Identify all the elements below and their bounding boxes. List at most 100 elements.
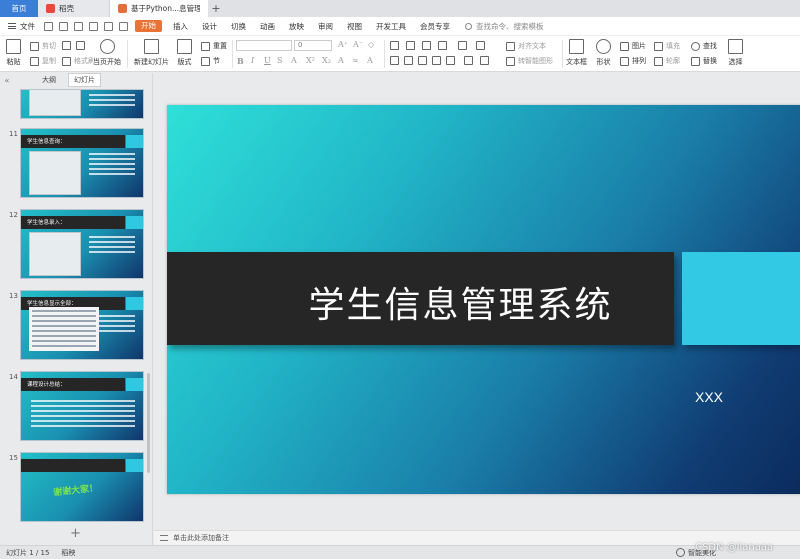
new-tab-button[interactable]: + [208, 0, 224, 17]
sort-icon[interactable] [476, 41, 485, 50]
shadow-icon[interactable]: S [277, 56, 282, 65]
text-direction-icon[interactable] [480, 56, 489, 65]
theme-name[interactable]: 稻秧 [61, 548, 75, 558]
preview-icon[interactable] [89, 21, 98, 31]
textbox-button[interactable]: 文本框 [566, 39, 587, 67]
picture-label: 图片 [632, 42, 646, 50]
line-spacing-icon[interactable] [458, 41, 467, 50]
bold-icon[interactable]: B [237, 56, 244, 66]
char-spacing-icon[interactable]: A [338, 56, 344, 65]
slide-thumbnail-14[interactable]: 课程设计总结： [20, 371, 144, 441]
subscript-icon[interactable]: X₂ [322, 56, 331, 65]
undo-icon[interactable] [104, 21, 113, 31]
cut-button[interactable]: 剪切 [30, 41, 56, 51]
slide-subtitle[interactable]: XXX [695, 389, 723, 405]
menu-design[interactable]: 设计 [195, 21, 224, 32]
menu-insert[interactable]: 插入 [166, 21, 195, 32]
copy-button[interactable]: 复制 [30, 56, 56, 66]
align-text-button[interactable]: 对齐文本 [506, 41, 546, 51]
menu-animation[interactable]: 动画 [253, 21, 282, 32]
text-highlight-icon[interactable]: ≈ [352, 56, 359, 65]
menu-transitions[interactable]: 切换 [224, 21, 253, 32]
format-copy-icon[interactable] [76, 41, 85, 50]
accent-square [682, 252, 800, 345]
decrease-indent-icon[interactable] [422, 41, 431, 50]
thumb-title: 学生信息显示全部： [27, 301, 77, 307]
tab-document[interactable]: 基于Python...息管理系统 管 [110, 0, 208, 17]
thumb-text [89, 153, 135, 178]
tab-docer[interactable]: 稻壳 [38, 0, 110, 17]
collapse-panel-icon[interactable]: « [0, 76, 14, 85]
slide-title[interactable]: 学生信息管理系统 [167, 276, 674, 328]
italic-icon[interactable]: I [251, 56, 254, 65]
notes-placeholder: 单击此处添加备注 [173, 534, 229, 542]
section-icon [201, 56, 210, 66]
tab-home[interactable]: 首页 [0, 0, 38, 17]
shape-button[interactable]: 形状 [596, 39, 611, 67]
menu-view[interactable]: 视图 [340, 21, 369, 32]
clear-format-icon[interactable]: ◇ [368, 40, 374, 49]
open-icon[interactable] [44, 21, 53, 31]
menu-slideshow[interactable]: 放映 [282, 21, 311, 32]
menu-member[interactable]: 会员专享 [413, 21, 457, 32]
slide-thumbnail-15[interactable]: 谢谢大家！ [20, 452, 144, 522]
outline-button[interactable]: 轮廓 [654, 56, 680, 66]
font-size-select[interactable]: 0 [294, 40, 332, 51]
bullet-list-icon[interactable] [390, 41, 399, 50]
paste-button[interactable]: 粘贴 [6, 39, 21, 67]
clipboard-icon[interactable] [62, 41, 71, 50]
fill-button[interactable]: 填充 [654, 41, 680, 51]
numbered-list-icon[interactable] [406, 41, 415, 50]
slide-thumbnail-10[interactable] [20, 89, 144, 119]
from-current-button[interactable]: 当页开始 [93, 39, 121, 67]
font-name-select[interactable] [236, 40, 292, 51]
picture-button[interactable]: 图片 [620, 41, 646, 51]
redo-icon[interactable] [119, 21, 128, 31]
thumb-title: 学生信息录入： [27, 220, 66, 226]
command-search[interactable]: 查找命令、搜索模板 [465, 21, 544, 32]
justify-icon[interactable] [432, 56, 441, 65]
decrease-font-icon[interactable]: A⁻ [353, 40, 363, 49]
slide-thumbnail-12[interactable]: 学生信息录入： [20, 209, 144, 279]
tab-slides[interactable]: 幻灯片 [68, 73, 101, 87]
replace-button[interactable]: 替换 [691, 56, 717, 66]
reset-button[interactable]: 重置 [201, 41, 227, 51]
font-color-icon[interactable]: A [291, 56, 297, 65]
align-center-icon[interactable] [404, 56, 413, 65]
watermark: CSDN @lianaaa [695, 542, 774, 553]
menu-developer[interactable]: 开发工具 [369, 21, 413, 32]
slide-thumbnail-13[interactable]: 学生信息显示全部： [20, 290, 144, 360]
find-button[interactable]: 查找 [691, 41, 717, 51]
section-button[interactable]: 节 [201, 56, 220, 66]
layout-label: 版式 [177, 58, 192, 66]
distribute-icon[interactable] [446, 56, 455, 65]
slide-thumbnail-11[interactable]: 学生信息查询： [20, 128, 144, 198]
format-painter-button[interactable]: 格式刷 [62, 56, 95, 66]
file-menu[interactable]: 文件 [0, 21, 41, 32]
align-left-icon[interactable] [390, 56, 399, 65]
superscript-icon[interactable]: X² [306, 56, 315, 65]
underline-icon[interactable]: U [264, 56, 271, 65]
fill-icon [654, 41, 663, 51]
select-button[interactable]: 选择 [728, 39, 743, 67]
save-icon[interactable] [59, 21, 68, 31]
add-slide-button[interactable]: + [70, 526, 81, 541]
menu-review[interactable]: 审阅 [311, 21, 340, 32]
slide-number: 13 [9, 292, 18, 300]
new-slide-button[interactable]: 新建幻灯片 [134, 39, 169, 67]
tab-outline[interactable]: 大纲 [36, 75, 62, 85]
arrange-button[interactable]: 排列 [620, 56, 646, 66]
hamburger-icon [8, 23, 16, 29]
increase-indent-icon[interactable] [438, 41, 447, 50]
panel-scrollbar[interactable] [147, 373, 150, 473]
menu-home[interactable]: 开始 [135, 20, 162, 32]
print-icon[interactable] [74, 21, 83, 31]
columns-icon[interactable] [464, 56, 473, 65]
thumb-title: 课程设计总结： [27, 382, 66, 388]
layout-button[interactable]: 版式 [177, 39, 192, 67]
align-right-icon[interactable] [418, 56, 427, 65]
current-slide[interactable]: 学生信息管理系统 XXX [167, 105, 800, 494]
smartart-button[interactable]: 转智能图形 [506, 56, 553, 66]
text-effect-icon[interactable]: A [367, 56, 373, 65]
increase-font-icon[interactable]: A⁺ [338, 40, 348, 49]
